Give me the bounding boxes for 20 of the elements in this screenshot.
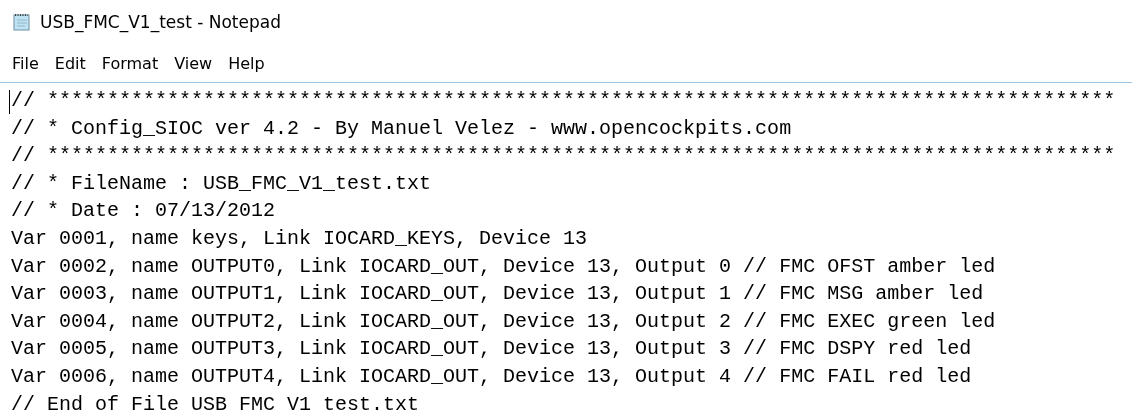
- code-line: Var 0006, name OUTPUT4, Link IOCARD_OUT, Device 13, Output 4 // FMC FAIL red led: [11, 364, 972, 388]
- window-title: USB_FMC_V1_test - Notepad: [40, 12, 281, 32]
- text-caret: [9, 90, 10, 114]
- code-line: // * Date : 07/13/2012: [11, 199, 276, 223]
- menu-item[interactable]: Format: [93, 53, 167, 73]
- code-line: Var 0003, name OUTPUT1, Link IOCARD_OUT, Device 13, Output 1 // FMC MSG amber led: [11, 282, 984, 306]
- menu-item[interactable]: Help: [220, 53, 273, 73]
- code-line: Var 0001, name keys, Link IOCARD_KEYS, Device 13: [11, 226, 588, 250]
- menu-item[interactable]: File: [4, 53, 47, 73]
- code-line: // *****************************************************************************************: [11, 144, 1116, 168]
- code-line: // *****************************************************************************************: [11, 89, 1116, 112]
- menu-item[interactable]: View: [166, 53, 221, 73]
- code-line: Var 0004, name OUTPUT2, Link IOCARD_OUT, Device 13, Output 2 // FMC EXEC green led: [11, 309, 996, 333]
- code-line: Var 0002, name OUTPUT0, Link IOCARD_OUT, Device 13, Output 0 // FMC OFST amber led: [11, 254, 996, 278]
- code-line: // End of File USB FMC V1 test.txt: [11, 392, 420, 410]
- code-line: Var 0005, name OUTPUT3, Link IOCARD_OUT, Device 13, Output 3 // FMC DSPY red led: [11, 337, 972, 361]
- menu-item[interactable]: Edit: [46, 53, 94, 73]
- code-line: // * Config_SIOC ver 4.2 - By Manuel Velez - www.opencockpits.com: [11, 116, 792, 140]
- code-line: // * FileName : USB_FMC_V1_test.txt: [11, 171, 432, 195]
- notepad-icon: [12, 12, 32, 32]
